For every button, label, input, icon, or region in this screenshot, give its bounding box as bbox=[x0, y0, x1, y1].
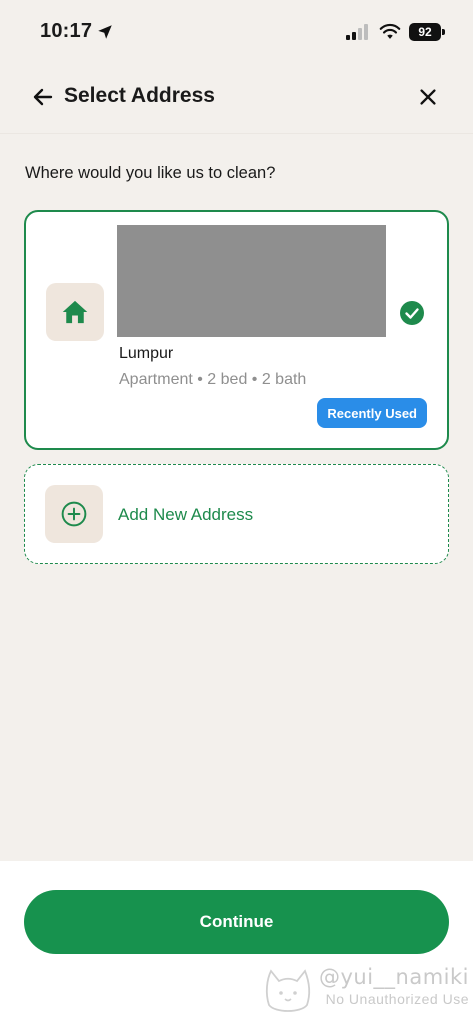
check-circle-icon bbox=[400, 301, 424, 325]
home-icon bbox=[62, 300, 88, 324]
header: Select Address bbox=[0, 62, 473, 134]
home-icon-tile bbox=[46, 283, 104, 341]
watermark-note: No Unauthorized Use bbox=[325, 991, 469, 1007]
plus-circle-icon bbox=[61, 501, 87, 527]
wifi-icon bbox=[379, 23, 401, 39]
cat-icon bbox=[265, 969, 311, 1012]
address-details: Apartment • 2 bed • 2 bath bbox=[119, 371, 307, 388]
recently-used-badge: Recently Used bbox=[317, 398, 427, 428]
battery-icon: 92 bbox=[409, 23, 445, 41]
close-icon bbox=[420, 89, 436, 105]
close-button[interactable] bbox=[413, 82, 443, 112]
status-bar: 10:17 92 bbox=[0, 0, 473, 62]
address-card[interactable]: Lumpur Apartment • 2 bed • 2 bath Recent… bbox=[24, 210, 449, 450]
back-button[interactable] bbox=[28, 82, 58, 112]
add-new-address-label: Add New Address bbox=[118, 505, 254, 524]
status-time: 10:17 bbox=[40, 20, 93, 42]
prompt-text: Where would you like us to clean? bbox=[25, 164, 276, 182]
battery-level: 92 bbox=[418, 25, 432, 39]
page-title: Select Address bbox=[64, 84, 215, 107]
signal-icon bbox=[346, 24, 368, 40]
add-new-address-button[interactable]: Add New Address bbox=[24, 464, 449, 564]
address-name: Lumpur bbox=[119, 345, 174, 362]
continue-button[interactable]: Continue bbox=[24, 890, 449, 954]
status-icons: 92 bbox=[345, 22, 445, 42]
add-icon-tile bbox=[45, 485, 103, 543]
watermark: @yui__namiki No Unauthorized Use bbox=[265, 965, 469, 1012]
bottom-panel: Continue @yui__namiki No Unauthorized Us… bbox=[0, 861, 473, 1024]
arrow-left-icon bbox=[33, 88, 53, 106]
watermark-handle: @yui__namiki bbox=[318, 965, 469, 989]
location-arrow-icon bbox=[98, 25, 112, 39]
address-redacted-block bbox=[117, 225, 386, 337]
